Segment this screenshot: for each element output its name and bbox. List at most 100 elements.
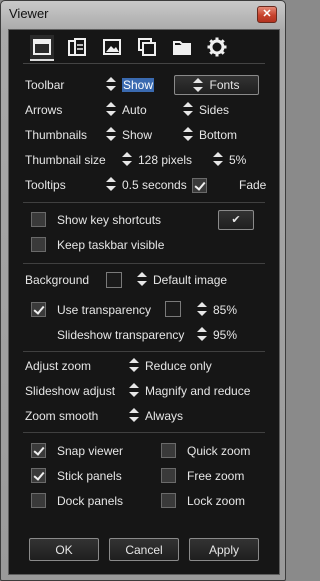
spin-arrows-icon bbox=[197, 302, 207, 316]
spin-arrows-icon bbox=[183, 102, 193, 116]
tab-folder[interactable] bbox=[170, 35, 194, 59]
fonts-button[interactable]: Fonts bbox=[174, 75, 259, 95]
tab-divider bbox=[23, 63, 265, 64]
slideshow-adjust-spinner[interactable]: Magnify and reduce bbox=[129, 381, 250, 401]
thumbnails-position-spinner[interactable]: Bottom bbox=[183, 125, 237, 145]
divider bbox=[23, 351, 265, 352]
window-title: Viewer bbox=[9, 6, 49, 21]
thumbnails-spinner[interactable]: Show bbox=[106, 125, 152, 145]
spin-arrows-icon bbox=[106, 177, 116, 191]
cancel-button[interactable]: Cancel bbox=[109, 538, 179, 561]
ok-button[interactable]: OK bbox=[29, 538, 99, 561]
thumbnail-size-value: 128 pixels bbox=[138, 153, 193, 167]
thumbnails-position-value: Bottom bbox=[199, 128, 238, 142]
tab-settings[interactable] bbox=[205, 35, 229, 59]
background-image-spinner[interactable]: Default image bbox=[137, 270, 227, 290]
adjust-zoom-label: Adjust zoom bbox=[25, 359, 92, 373]
toolbar-value: Show bbox=[122, 78, 155, 92]
close-button[interactable]: ✕ bbox=[257, 6, 277, 23]
dock-panels-checkbox[interactable] bbox=[31, 493, 46, 508]
arrows-position-spinner[interactable]: Sides bbox=[183, 100, 229, 120]
snap-viewer-label: Snap viewer bbox=[57, 444, 124, 458]
thumbnail-size-spinner[interactable]: 128 pixels bbox=[122, 150, 192, 170]
use-transparency-label: Use transparency bbox=[57, 303, 152, 317]
title-bar[interactable]: Viewer ✕ bbox=[1, 1, 285, 25]
slideshow-transparency-spinner[interactable]: 95% bbox=[197, 325, 237, 345]
quick-zoom-label: Quick zoom bbox=[187, 444, 251, 458]
lock-zoom-label: Lock zoom bbox=[187, 494, 246, 508]
background-label: Background bbox=[25, 273, 90, 287]
slideshow-adjust-label: Slideshow adjust bbox=[25, 384, 116, 398]
thumbnail-size-label: Thumbnail size bbox=[25, 153, 106, 167]
spin-arrows-icon bbox=[213, 152, 223, 166]
tooltips-row: Tooltips 0.5 seconds Fade bbox=[25, 175, 266, 195]
zoom-smooth-label: Zoom smooth bbox=[25, 409, 99, 423]
arrows-label: Arrows bbox=[25, 103, 63, 117]
spin-arrows-icon bbox=[129, 383, 139, 397]
keep-taskbar-visible-label: Keep taskbar visible bbox=[57, 238, 165, 252]
spin-arrows-icon bbox=[129, 408, 139, 422]
apply-button[interactable]: Apply bbox=[189, 538, 259, 561]
transparency-color-swatch[interactable] bbox=[165, 301, 181, 317]
keep-taskbar-visible-checkbox[interactable] bbox=[31, 237, 46, 252]
toolbar-label: Toolbar bbox=[25, 78, 65, 92]
shortcuts-button[interactable]: ✔ bbox=[218, 210, 254, 230]
tab-image[interactable] bbox=[100, 35, 124, 59]
background-image-value: Default image bbox=[153, 273, 228, 287]
slideshow-adjust-value: Magnify and reduce bbox=[145, 384, 251, 398]
spin-arrows-icon bbox=[129, 358, 139, 372]
gear-icon bbox=[207, 37, 227, 57]
lock-zoom-checkbox[interactable] bbox=[161, 493, 176, 508]
arrows-spinner[interactable]: Auto bbox=[106, 100, 147, 120]
spin-arrows-icon bbox=[106, 77, 116, 91]
tab-panels[interactable] bbox=[65, 35, 89, 59]
zoom-smooth-spinner[interactable]: Always bbox=[129, 406, 183, 426]
image-icon bbox=[103, 39, 121, 55]
show-key-shortcuts-checkbox[interactable] bbox=[31, 212, 46, 227]
background-color-swatch[interactable] bbox=[106, 272, 122, 288]
zoom-smooth-value: Always bbox=[145, 409, 184, 423]
thumbnail-percent-value: 5% bbox=[229, 153, 247, 167]
viewer-window: Viewer ✕ Toolbar Show Fonts Arrows Auto … bbox=[0, 0, 286, 581]
thumbnail-size-row: Thumbnail size 128 pixels 5% bbox=[25, 150, 265, 170]
divider bbox=[23, 263, 265, 264]
thumbnails-row: Thumbnails Show Bottom bbox=[25, 125, 265, 145]
tooltips-spinner[interactable]: 0.5 seconds bbox=[106, 175, 187, 195]
transparency-spinner[interactable]: 85% bbox=[197, 300, 237, 320]
arrows-row: Arrows Auto Sides bbox=[25, 100, 265, 120]
spin-arrows-icon bbox=[137, 272, 147, 286]
spin-arrows-icon bbox=[106, 127, 116, 141]
transparency-value: 85% bbox=[213, 303, 238, 317]
dock-panels-label: Dock panels bbox=[57, 494, 124, 508]
tooltips-label: Tooltips bbox=[25, 178, 66, 192]
divider bbox=[23, 432, 265, 433]
thumbnail-percent-spinner[interactable]: 5% bbox=[213, 150, 246, 170]
copy-windows-icon bbox=[138, 38, 156, 56]
slideshow-transparency-label: Slideshow transparency bbox=[57, 328, 185, 342]
spin-arrows-icon bbox=[106, 102, 116, 116]
thumbnails-value: Show bbox=[122, 128, 153, 142]
fonts-button-label: Fonts bbox=[209, 78, 240, 92]
adjust-zoom-spinner[interactable]: Reduce only bbox=[129, 356, 212, 376]
stick-panels-checkbox[interactable] bbox=[31, 468, 46, 483]
toolbar-spinner[interactable]: Show bbox=[106, 75, 155, 95]
spin-arrows-icon bbox=[183, 127, 193, 141]
thumbnails-label: Thumbnails bbox=[25, 128, 88, 142]
free-zoom-checkbox[interactable] bbox=[161, 468, 176, 483]
panels-icon bbox=[68, 38, 86, 56]
window-icon bbox=[33, 39, 51, 55]
free-zoom-label: Free zoom bbox=[187, 469, 245, 483]
tab-window[interactable] bbox=[30, 35, 54, 61]
spin-arrows-icon bbox=[122, 152, 132, 166]
show-key-shortcuts-label: Show key shortcuts bbox=[57, 213, 162, 227]
fade-checkbox[interactable] bbox=[192, 178, 207, 193]
use-transparency-checkbox[interactable] bbox=[31, 302, 46, 317]
quick-zoom-checkbox[interactable] bbox=[161, 443, 176, 458]
tooltips-value: 0.5 seconds bbox=[122, 178, 187, 192]
divider bbox=[23, 202, 265, 203]
tab-windows[interactable] bbox=[135, 35, 159, 59]
snap-viewer-checkbox[interactable] bbox=[31, 443, 46, 458]
folder-icon bbox=[173, 41, 191, 55]
arrows-value: Auto bbox=[122, 103, 147, 117]
adjust-zoom-value: Reduce only bbox=[145, 359, 212, 373]
